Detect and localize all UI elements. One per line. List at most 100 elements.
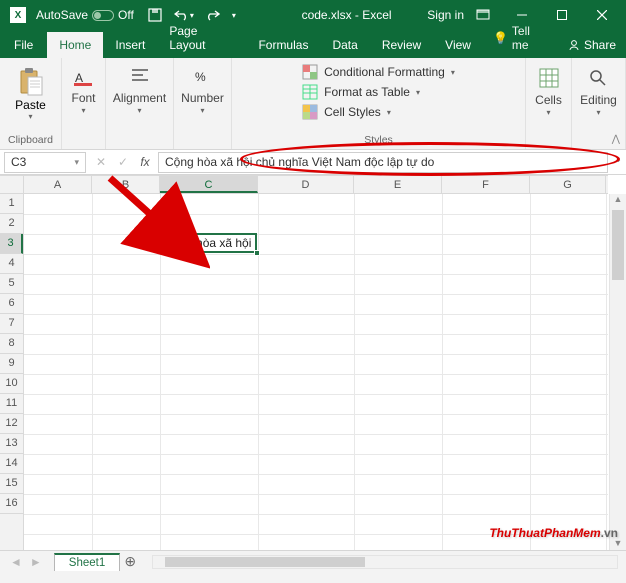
collapse-ribbon-icon[interactable]: ⋀ bbox=[612, 134, 620, 145]
active-cell[interactable]: Cộng hòa xã hội chủ bbox=[159, 233, 257, 253]
ribbon: Paste ▾ Clipboard A Font ▾ Alignment ▾ %… bbox=[0, 58, 626, 150]
scrollbar-thumb[interactable] bbox=[165, 557, 365, 567]
chevron-down-icon: ▾ bbox=[387, 108, 391, 117]
column-header[interactable]: F bbox=[442, 176, 530, 193]
group-number[interactable]: % Number ▾ bbox=[174, 58, 232, 149]
row-header[interactable]: 8 bbox=[0, 334, 23, 354]
toggle-icon bbox=[92, 10, 114, 21]
signin-link[interactable]: Sign in bbox=[427, 8, 464, 22]
row-header[interactable]: 9 bbox=[0, 354, 23, 374]
column-headers[interactable]: ABCDEFG bbox=[24, 175, 608, 194]
tab-view[interactable]: View bbox=[433, 32, 483, 58]
row-header[interactable]: 14 bbox=[0, 454, 23, 474]
group-clipboard: Paste ▾ Clipboard bbox=[0, 58, 62, 149]
svg-text:A: A bbox=[75, 71, 83, 85]
horizontal-scrollbar[interactable] bbox=[152, 555, 618, 569]
watermark: ThuThuatPhanMem.vn bbox=[489, 517, 618, 543]
row-header[interactable]: 3 bbox=[0, 234, 23, 254]
group-cells[interactable]: Cells ▾ bbox=[526, 58, 572, 149]
tab-formulas[interactable]: Formulas bbox=[246, 32, 320, 58]
find-icon bbox=[584, 64, 612, 92]
chevron-down-icon: ▾ bbox=[416, 88, 420, 97]
conditional-formatting-icon bbox=[302, 64, 318, 80]
tab-review[interactable]: Review bbox=[370, 32, 433, 58]
excel-icon: X bbox=[10, 7, 26, 23]
autosave-label: AutoSave bbox=[36, 8, 88, 22]
status-bar bbox=[0, 572, 626, 583]
percent-icon: % bbox=[189, 62, 217, 90]
close-button[interactable] bbox=[582, 0, 622, 30]
share-icon bbox=[568, 39, 580, 51]
autosave-toggle[interactable]: AutoSave Off bbox=[36, 8, 134, 22]
cell-styles-button[interactable]: Cell Styles ▾ bbox=[302, 104, 455, 120]
sheet-nav-prev-icon[interactable]: ◄ bbox=[10, 555, 22, 569]
svg-text:%: % bbox=[195, 70, 206, 84]
chevron-down-icon: ▾ bbox=[137, 106, 141, 115]
row-header[interactable]: 10 bbox=[0, 374, 23, 394]
row-headers[interactable]: 12345678910111213141516 bbox=[0, 194, 24, 553]
row-header[interactable]: 6 bbox=[0, 294, 23, 314]
row-header[interactable]: 15 bbox=[0, 474, 23, 494]
sheet-nav-next-icon[interactable]: ► bbox=[30, 555, 42, 569]
group-label-clipboard: Clipboard bbox=[8, 133, 53, 147]
vertical-scrollbar[interactable]: ▲ ▼ bbox=[609, 194, 626, 553]
row-header[interactable]: 2 bbox=[0, 214, 23, 234]
table-icon bbox=[302, 84, 318, 100]
worksheet-grid: ABCDEFG 12345678910111213141516 Cộng hòa… bbox=[0, 175, 626, 553]
row-header[interactable]: 5 bbox=[0, 274, 23, 294]
chevron-down-icon: ▾ bbox=[451, 68, 455, 77]
row-header[interactable]: 4 bbox=[0, 254, 23, 274]
format-as-table-button[interactable]: Format as Table ▾ bbox=[302, 84, 455, 100]
share-button[interactable]: Share bbox=[558, 32, 626, 58]
tab-data[interactable]: Data bbox=[320, 32, 369, 58]
conditional-formatting-button[interactable]: Conditional Formatting ▾ bbox=[302, 64, 455, 80]
column-header[interactable]: D bbox=[258, 176, 354, 193]
group-alignment[interactable]: Alignment ▾ bbox=[106, 58, 174, 149]
formula-input[interactable]: Cộng hòa xã hội chủ nghĩa Việt Nam độc l… bbox=[158, 152, 608, 173]
tell-me[interactable]: 💡 Tell me bbox=[483, 18, 558, 58]
cancel-icon[interactable]: ✕ bbox=[90, 155, 112, 169]
tab-insert[interactable]: Insert bbox=[103, 32, 157, 58]
group-font[interactable]: A Font ▾ bbox=[62, 58, 106, 149]
chevron-down-icon: ▾ bbox=[74, 157, 79, 168]
scrollbar-thumb[interactable] bbox=[612, 210, 624, 280]
column-header[interactable]: C bbox=[160, 176, 258, 193]
row-header[interactable]: 12 bbox=[0, 414, 23, 434]
cells-area[interactable]: Cộng hòa xã hội chủ bbox=[24, 194, 608, 553]
scroll-up-icon[interactable]: ▲ bbox=[610, 194, 626, 209]
chevron-down-icon: ▾ bbox=[546, 108, 550, 117]
tab-page-layout[interactable]: Page Layout bbox=[157, 18, 246, 58]
accept-icon[interactable]: ✓ bbox=[112, 155, 134, 169]
formula-bar: C3 ▾ ✕ ✓ fx Cộng hòa xã hội chủ nghĩa Vi… bbox=[0, 150, 626, 175]
chevron-down-icon: ▾ bbox=[81, 106, 85, 115]
column-header[interactable]: A bbox=[24, 176, 92, 193]
window-title: code.xlsx - Excel bbox=[236, 8, 427, 22]
lightbulb-icon: 💡 bbox=[493, 31, 508, 45]
fx-icon[interactable]: fx bbox=[134, 155, 156, 169]
row-header[interactable]: 11 bbox=[0, 394, 23, 414]
sheet-tab-strip: ◄ ► Sheet1 ⊕ bbox=[0, 550, 626, 572]
row-header[interactable]: 13 bbox=[0, 434, 23, 454]
cells-icon bbox=[535, 64, 563, 92]
clipboard-icon bbox=[15, 66, 47, 98]
font-icon: A bbox=[70, 62, 98, 90]
group-label-styles: Styles bbox=[364, 133, 393, 147]
select-all-corner[interactable] bbox=[0, 175, 24, 194]
column-header[interactable]: B bbox=[92, 176, 160, 193]
column-header[interactable]: E bbox=[354, 176, 442, 193]
chevron-down-icon: ▾ bbox=[28, 112, 32, 121]
row-header[interactable]: 1 bbox=[0, 194, 23, 214]
row-header[interactable]: 16 bbox=[0, 494, 23, 514]
sheet-tab-active[interactable]: Sheet1 bbox=[54, 553, 120, 571]
row-header[interactable]: 7 bbox=[0, 314, 23, 334]
expand-formula-icon[interactable]: ⌄ bbox=[614, 154, 622, 165]
name-box[interactable]: C3 ▾ bbox=[4, 152, 86, 173]
fill-handle[interactable] bbox=[254, 250, 260, 256]
new-sheet-button[interactable]: ⊕ bbox=[120, 553, 140, 570]
paste-button[interactable]: Paste ▾ bbox=[15, 62, 47, 121]
group-styles: Conditional Formatting ▾ Format as Table… bbox=[232, 58, 526, 149]
tab-home[interactable]: Home bbox=[47, 32, 103, 58]
ribbon-tabs: File Home Insert Page Layout Formulas Da… bbox=[0, 30, 626, 58]
column-header[interactable]: G bbox=[530, 176, 606, 193]
tab-file[interactable]: File bbox=[0, 32, 47, 58]
